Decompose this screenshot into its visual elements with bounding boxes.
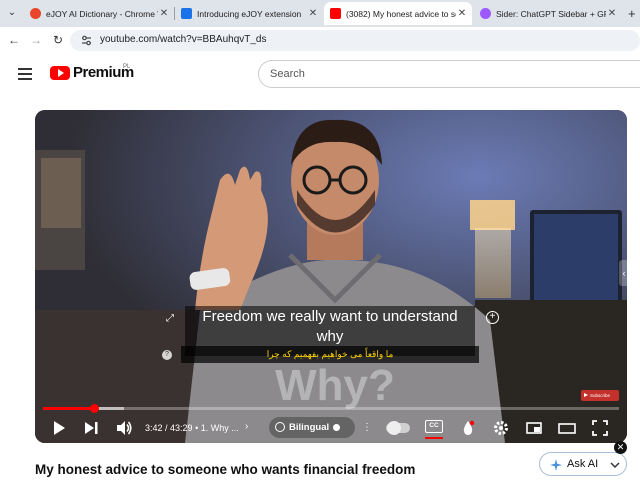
- progress-bar[interactable]: [43, 404, 619, 413]
- ask-ai-label: Ask AI: [567, 458, 599, 470]
- tab-sider[interactable]: Sider: ChatGPT Sidebar + GPT- ✕: [474, 2, 622, 25]
- close-tab-icon[interactable]: ✕: [307, 8, 319, 19]
- chapter-title[interactable]: • 1. Why ...: [195, 423, 239, 433]
- svg-text:Why?: Why?: [275, 361, 395, 410]
- ask-ai-button[interactable]: Ask AI: [539, 452, 627, 476]
- bilingual-toggle[interactable]: Bilingual: [269, 417, 355, 438]
- progress-played: [43, 407, 94, 410]
- ejoy-extension-icon: [181, 8, 192, 19]
- address-bar[interactable]: youtube.com/watch?v=BBAuhqvT_ds: [70, 30, 640, 51]
- bilingual-label: Bilingual: [289, 422, 330, 433]
- reload-icon[interactable]: ↻: [50, 32, 66, 48]
- search-input[interactable]: Search: [258, 60, 640, 88]
- miniplayer-icon[interactable]: [524, 418, 544, 438]
- play-icon[interactable]: [49, 418, 69, 438]
- subscribe-watermark[interactable]: Subscribe: [581, 390, 619, 401]
- tab-ejoy-extension[interactable]: Introducing eJOY extension ✕: [175, 2, 323, 25]
- forward-icon[interactable]: →: [28, 32, 44, 48]
- close-icon[interactable]: ✕: [614, 441, 627, 454]
- settings-gear-icon[interactable]: [491, 418, 511, 438]
- expand-caption-icon[interactable]: ⤢: [166, 313, 177, 324]
- add-word-icon[interactable]: +: [486, 311, 499, 324]
- video-title: My honest advice to someone who wants fi…: [35, 462, 416, 477]
- close-tab-icon[interactable]: ✕: [158, 8, 170, 19]
- subtitles-button[interactable]: CC: [425, 420, 443, 433]
- chevron-down-icon: [610, 462, 620, 469]
- search-placeholder: Search: [270, 68, 305, 80]
- theater-mode-icon[interactable]: [557, 418, 577, 438]
- back-icon[interactable]: ←: [6, 32, 22, 48]
- browser-tab-strip: ⌄ eJOY AI Dictionary - Chrome W ✕ Introd…: [0, 0, 640, 27]
- youtube-logo-icon[interactable]: [50, 66, 70, 80]
- video-frame: Why?: [35, 110, 627, 443]
- new-tab-button[interactable]: +: [628, 6, 636, 21]
- next-icon[interactable]: [81, 418, 101, 438]
- ambient-mode-icon[interactable]: [458, 418, 478, 438]
- tab-youtube-video[interactable]: (3082) My honest advice to som ✕: [324, 2, 472, 25]
- time-display: 3:42 / 43:29 • 1. Why ...: [145, 423, 239, 433]
- caption-translation[interactable]: ما واقعاً می خواهیم بفهمیم که چرا: [181, 346, 479, 363]
- volume-icon[interactable]: [114, 418, 134, 438]
- fullscreen-icon[interactable]: [590, 418, 610, 438]
- more-options-icon[interactable]: ⋮: [362, 422, 372, 433]
- url-text: youtube.com/watch?v=BBAuhqvT_ds: [100, 34, 267, 45]
- sider-icon: [480, 8, 491, 19]
- caption-line-2: why: [316, 328, 344, 345]
- progress-scrubber[interactable]: [89, 404, 99, 413]
- autoplay-toggle[interactable]: [386, 421, 410, 435]
- hamburger-menu-icon[interactable]: [18, 68, 32, 80]
- ejoy-icon: [30, 8, 41, 19]
- chevron-left-icon[interactable]: ‹: [619, 260, 627, 286]
- country-code: PL: [123, 64, 131, 70]
- toggle-dot-icon: [333, 424, 340, 431]
- close-tab-icon[interactable]: ✕: [456, 8, 468, 19]
- caption-line-1: Freedom we really want to understand: [202, 308, 458, 325]
- player-controls: 3:42 / 43:29 • 1. Why ... › Bilingual ⋮ …: [35, 413, 627, 443]
- help-icon[interactable]: ?: [162, 350, 172, 360]
- browser-toolbar: ← → ↻ youtube.com/watch?v=BBAuhqvT_ds: [0, 27, 640, 54]
- time-text: 3:42 / 43:29: [145, 423, 193, 433]
- globe-icon: [275, 422, 285, 432]
- youtube-icon: [330, 8, 341, 19]
- chevron-right-icon[interactable]: ›: [245, 421, 248, 432]
- tab-ejoy-dictionary[interactable]: eJOY AI Dictionary - Chrome W ✕: [24, 2, 174, 25]
- subtitles-active-indicator: [425, 437, 443, 439]
- close-tab-icon[interactable]: ✕: [606, 8, 618, 19]
- video-player[interactable]: Why? Subscribe Freedom we really want to…: [35, 110, 627, 443]
- tab-search-icon[interactable]: ⌄: [3, 4, 21, 22]
- sparkle-icon: [550, 459, 562, 471]
- site-settings-icon[interactable]: [80, 34, 93, 47]
